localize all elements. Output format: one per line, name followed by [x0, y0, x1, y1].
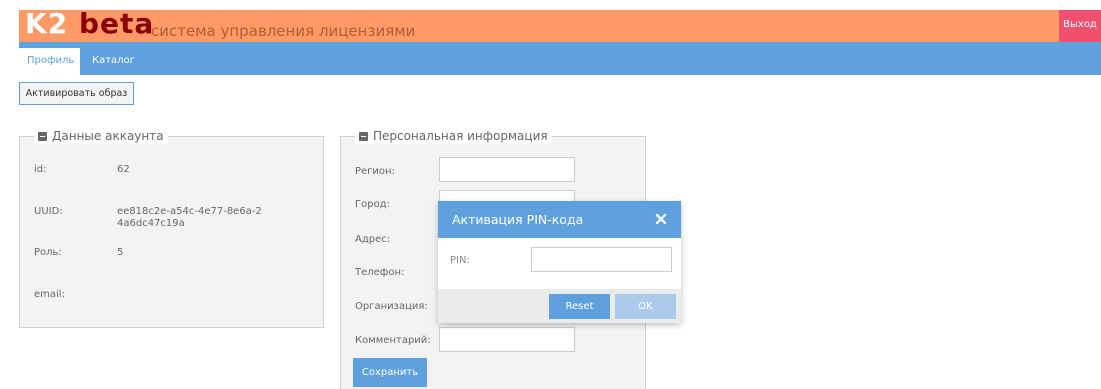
account-email-label: email:	[34, 289, 65, 300]
account-role-label: Роль:	[34, 247, 62, 258]
account-legend[interactable]: Данные аккаунта	[34, 128, 168, 144]
phone-label: Телефон:	[355, 267, 405, 278]
ok-button[interactable]: OK	[615, 294, 676, 319]
app-subtitle: система управления лицензиями	[151, 22, 416, 40]
modal-body: PIN:	[438, 238, 681, 289]
region-input[interactable]	[439, 157, 575, 182]
region-label: Регион:	[355, 166, 395, 177]
pin-activation-modal: Активация PIN-кода PIN: Reset OK	[438, 201, 681, 323]
logout-button[interactable]: Выход	[1059, 10, 1101, 42]
organization-label: Организация:	[355, 301, 428, 312]
comment-label: Комментарий:	[355, 335, 431, 346]
account-uuid-label: UUID:	[34, 206, 63, 217]
address-label: Адрес:	[355, 234, 391, 245]
personal-legend[interactable]: Персональная информация	[355, 128, 552, 144]
collapse-icon[interactable]	[38, 131, 47, 141]
account-legend-label: Данные аккаунта	[52, 129, 164, 143]
modal-header: Активация PIN-кода	[438, 201, 681, 238]
account-id-label: id:	[34, 164, 47, 175]
activate-image-button[interactable]: Активировать образ	[19, 82, 134, 105]
account-id-value: 62	[117, 164, 130, 175]
pin-input[interactable]	[531, 247, 672, 272]
tab-catalog[interactable]: Каталог	[84, 48, 143, 75]
logo: K2 beta	[25, 7, 154, 40]
account-uuid-value: ee818c2e-a54c-4e77-8e6a-24a6dc47c19a	[117, 206, 262, 229]
app-header: K2 beta система управления лицензиями Вы…	[19, 7, 1101, 42]
close-icon[interactable]	[654, 212, 668, 226]
account-role-value: 5	[117, 247, 124, 258]
city-label: Город:	[355, 199, 390, 210]
modal-title: Активация PIN-кода	[452, 212, 584, 227]
account-panel: Данные аккаунта id: 62 UUID: ee818c2e-a5…	[19, 128, 324, 328]
tab-profile[interactable]: Профиль	[19, 48, 80, 75]
save-button[interactable]: Сохранить	[353, 358, 427, 387]
comment-input[interactable]	[439, 327, 575, 352]
modal-footer: Reset OK	[438, 289, 681, 323]
collapse-icon[interactable]	[359, 131, 368, 141]
pin-label: PIN:	[450, 255, 470, 266]
logo-beta: beta	[78, 7, 155, 40]
reset-button[interactable]: Reset	[549, 294, 610, 319]
logo-k2: K2	[25, 7, 69, 40]
personal-legend-label: Персональная информация	[373, 129, 548, 143]
nav-bar: Профиль Каталог	[19, 42, 1101, 75]
